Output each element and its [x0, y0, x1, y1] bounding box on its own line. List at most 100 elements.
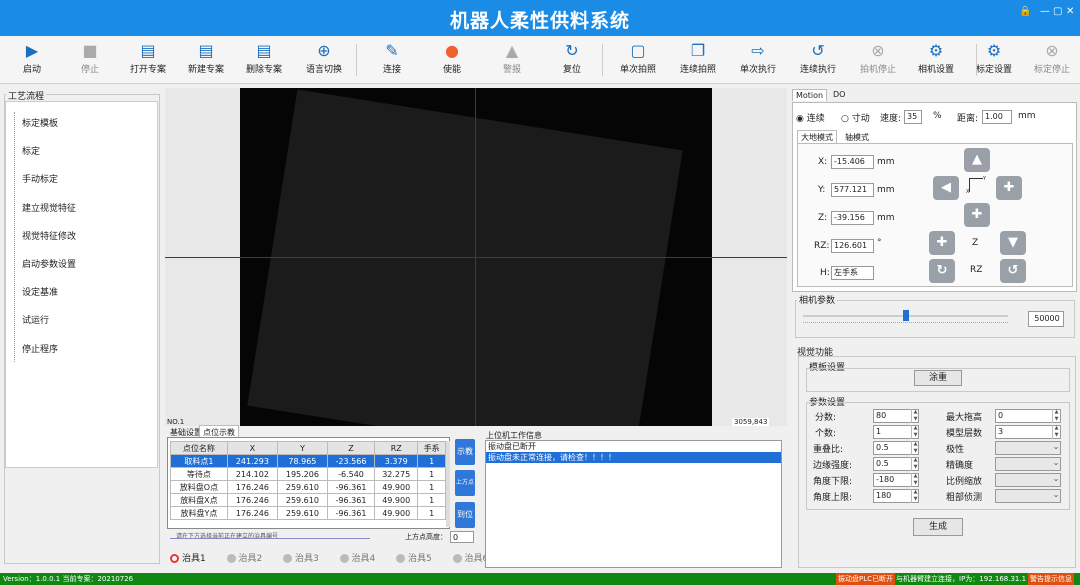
delete-project-button[interactable]: ▤ 删除专案 [236, 40, 292, 80]
generate-button[interactable]: 生成 [913, 518, 963, 536]
teach-button[interactable]: 示教 [455, 439, 475, 465]
table-row[interactable]: 取料点1 241.293 78.965 -23.566 3.379 1 [170, 454, 446, 468]
close-icon[interactable]: ✕ [1066, 6, 1074, 17]
distance-input[interactable]: 1.00 [982, 110, 1012, 124]
fixture-radio[interactable]: 治具6 [452, 551, 488, 564]
spinner-icon[interactable]: ▲ ▼ [1052, 425, 1060, 439]
spinner-icon[interactable]: ▲ ▼ [911, 489, 919, 503]
slider-ticks [803, 322, 1008, 324]
camera-settings-button[interactable]: ⚙ 相机设置 [908, 40, 964, 80]
z-label: Z: [818, 213, 828, 223]
fixture-radio[interactable]: 治具4 [339, 551, 375, 564]
process-item[interactable]: 视觉特征修改 [22, 229, 76, 242]
toolbar-label: 使能 [442, 65, 461, 75]
single-execute-button[interactable]: ⇨ 单次执行 [730, 40, 786, 80]
table-header-row: 点位名称 X Y Z RZ 手系 [170, 441, 446, 455]
radio-icon [226, 554, 236, 563]
mode-continuous-radio[interactable]: ◉ 连续 [796, 111, 825, 124]
new-project-icon: ▤ [198, 41, 214, 60]
exposure-value[interactable]: 50000 [1028, 311, 1064, 327]
speed-input[interactable]: 35 [904, 110, 922, 124]
fixture-radio[interactable]: 治具5 [396, 551, 432, 564]
calibration-stop-button[interactable]: ⊗ 标定停止 [1024, 40, 1080, 80]
chevron-down-icon[interactable]: ⌄ [1052, 457, 1060, 471]
up-point-button[interactable]: 上方点 [455, 470, 475, 496]
height-input[interactable]: 0 [450, 531, 474, 543]
fixture-radio[interactable]: 治具3 [283, 551, 319, 564]
open-project-button[interactable]: ▤ 打开专案 [120, 40, 176, 80]
param-label: 粗部侦测 [946, 493, 983, 503]
process-item[interactable]: 建立视觉特征 [22, 201, 76, 214]
chevron-down-icon[interactable]: ⌄ [1052, 473, 1060, 487]
toolbar-label: 连接 [382, 65, 401, 75]
fixture-radio[interactable]: 治具1 [170, 551, 206, 564]
minimize-icon[interactable]: — [1040, 6, 1050, 17]
camera-stop-button[interactable]: ⊗ 拍机停止 [850, 40, 906, 80]
spinner-icon[interactable]: ▲ ▼ [911, 457, 919, 471]
process-item[interactable]: 标定 [22, 144, 40, 157]
continuous-capture-icon: ❐ [690, 41, 706, 60]
x-position: -15.406 [831, 155, 874, 169]
z-minus-jog-button[interactable]: ▼ [1000, 231, 1026, 255]
stop-button[interactable]: ■ 停止 [62, 40, 118, 80]
table-cell: 1 [417, 493, 446, 507]
z-plus-jog-button[interactable]: ✚ [929, 231, 955, 255]
toolbar-label: 停止 [80, 65, 99, 75]
maximize-icon[interactable]: ▢ [1053, 6, 1062, 17]
rz-plus-jog-button[interactable]: ↺ [1000, 259, 1026, 283]
connect-button[interactable]: ✎ 连接 [364, 40, 420, 80]
y-plus-jog-button[interactable]: ▲ [964, 148, 990, 172]
table-cell: 49.900 [374, 506, 419, 520]
spinner-icon[interactable]: ▲ ▼ [1052, 409, 1060, 423]
process-item[interactable]: 设定基准 [22, 285, 58, 298]
spinner-icon[interactable]: ▲ ▼ [911, 409, 919, 423]
x-minus-jog-button[interactable]: ◀ [933, 176, 959, 200]
table-row[interactable]: 放料盘O点 176.246 259.610 -96.361 49.900 1 [170, 480, 446, 494]
enable-button[interactable]: ● 使能 [424, 40, 480, 80]
continuous-execute-button[interactable]: ↺ 连续执行 [790, 40, 846, 80]
new-project-button[interactable]: ▤ 新建专案 [178, 40, 234, 80]
chevron-down-icon[interactable]: ⌄ [1052, 489, 1060, 503]
toolbar-label: 单次拍照 [619, 65, 656, 75]
calibration-stop-icon: ⊗ [1045, 41, 1059, 60]
warning-info: 警告提示信息 [1028, 573, 1074, 585]
chevron-down-icon[interactable]: ⌄ [1052, 441, 1060, 455]
spinner-icon[interactable]: ▲ ▼ [911, 441, 919, 455]
tab-do[interactable]: DO [830, 89, 849, 100]
y-position: 577.121 [831, 183, 874, 197]
calibration-settings-button[interactable]: ⚙ 标定设置 [966, 40, 1022, 80]
language-switch-button[interactable]: ⊕ 语言切换 [296, 40, 352, 80]
template-button[interactable]: 涂重 [914, 370, 962, 386]
process-item[interactable]: 标定模板 [22, 116, 58, 129]
x-plus-jog-button[interactable]: ✚ [996, 176, 1022, 200]
rz-minus-jog-button[interactable]: ↻ [929, 259, 955, 283]
alarm-button[interactable]: ▲ 警报 [484, 40, 540, 80]
y-minus-jog-button[interactable]: ✚ [964, 203, 990, 227]
reset-button[interactable]: ↻ 复位 [544, 40, 600, 80]
process-item[interactable]: 试运行 [22, 313, 49, 326]
process-item[interactable]: 启动参数设置 [22, 257, 76, 270]
table-row[interactable]: 放料盘X点 176.246 259.610 -96.361 49.900 1 [170, 493, 446, 507]
mode-jog-radio[interactable]: ○ 寸动 [841, 111, 870, 124]
fixture-radio[interactable]: 治具2 [226, 551, 262, 564]
tab-world-mode[interactable]: 大地模式 [797, 130, 837, 144]
continuous-capture-button[interactable]: ❐ 连续拍照 [670, 40, 726, 80]
rz-label: RZ: [814, 241, 830, 251]
exposure-slider-thumb[interactable] [902, 310, 909, 321]
spinner-icon[interactable]: ▲ ▼ [911, 473, 919, 487]
table-scrollbar[interactable] [446, 441, 450, 527]
toolbar-label: 单次执行 [739, 65, 776, 75]
process-item[interactable]: 手动标定 [22, 172, 58, 185]
table-row[interactable]: 等待点 214.102 195.206 -6.540 32.275 1 [170, 467, 446, 481]
process-item[interactable]: 停止程序 [22, 342, 58, 355]
start-button[interactable]: ▶ 启动 [4, 40, 60, 80]
table-row[interactable]: 放料盘Y点 176.246 259.610 -96.361 49.900 1 [170, 506, 446, 520]
points-table: 点位名称 X Y Z RZ 手系 取料点1 241.293 78.965 -23.566 3.379… [170, 441, 446, 520]
goto-button[interactable]: 到位 [455, 502, 475, 528]
axis-indicator-icon [969, 178, 983, 192]
pin-icon[interactable]: 🔒 [1019, 6, 1031, 17]
radio-on-icon: ◉ [796, 114, 807, 124]
spinner-icon[interactable]: ▲ ▼ [911, 425, 919, 439]
single-capture-button[interactable]: ▢ 单次拍照 [610, 40, 666, 80]
tab-motion[interactable]: Motion [792, 89, 828, 101]
